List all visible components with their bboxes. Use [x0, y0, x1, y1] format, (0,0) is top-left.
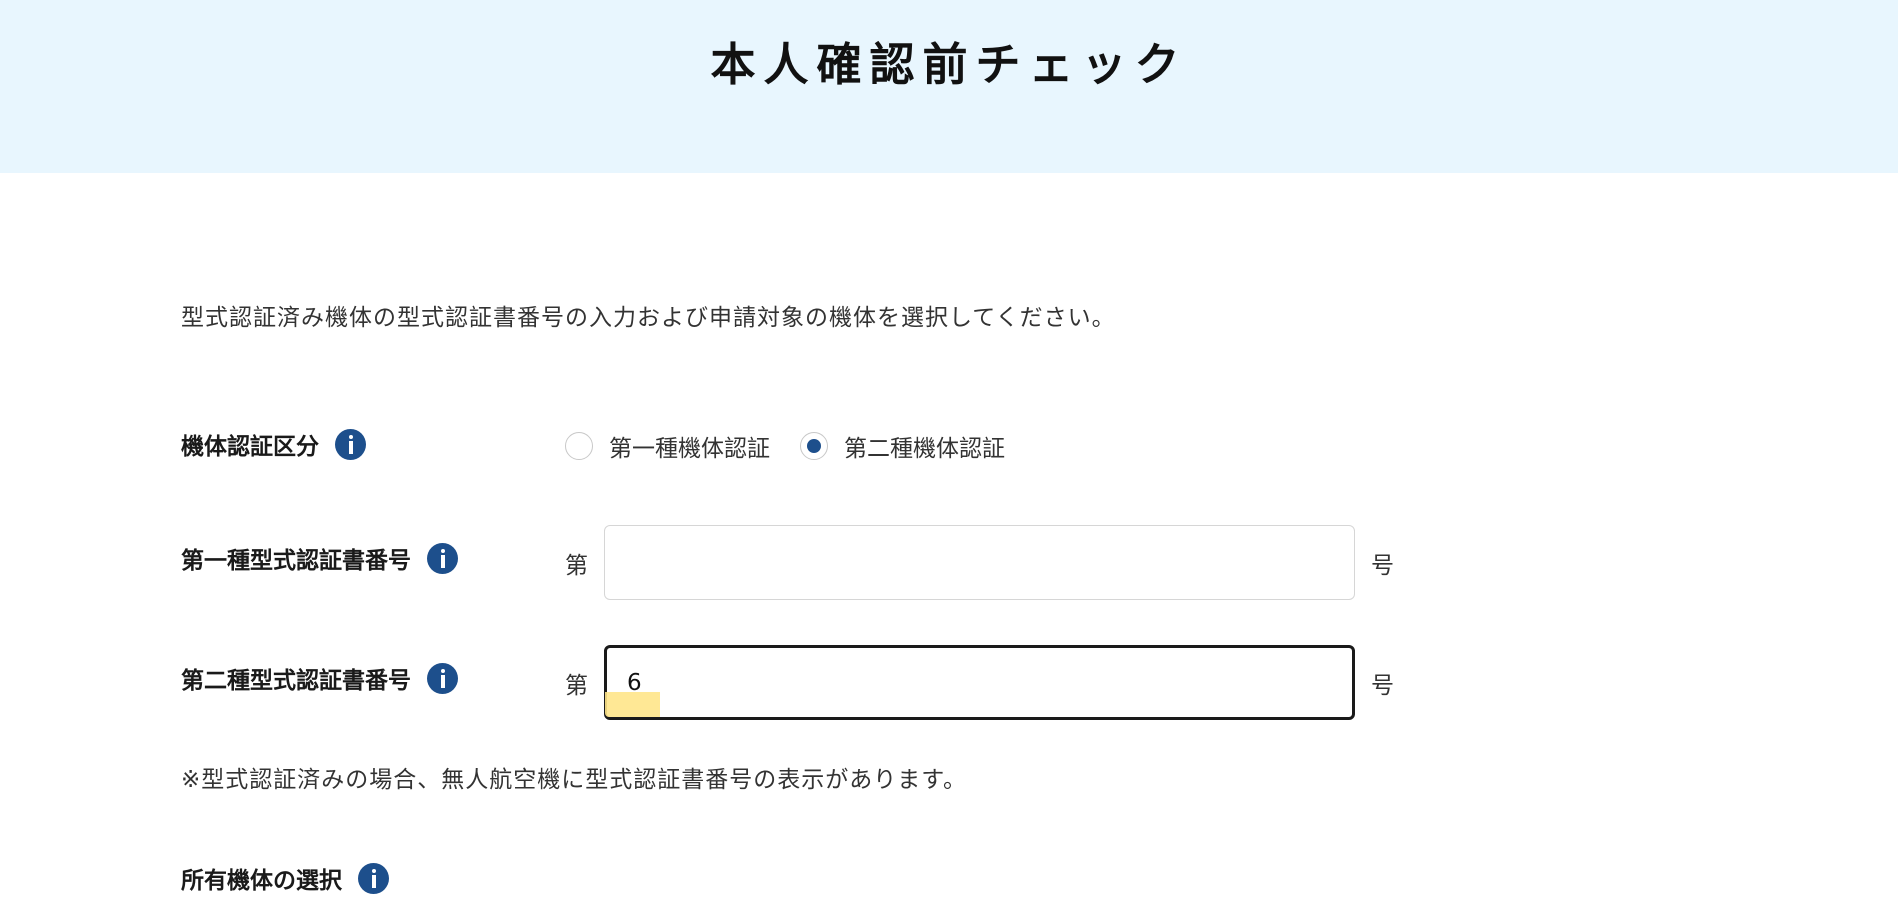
- radio-label-second-class: 第二種機体認証: [844, 436, 1005, 462]
- classification-label: 機体認証区分: [181, 434, 319, 460]
- page-header: 本人確認前チェック: [0, 0, 1898, 173]
- radio-second-class[interactable]: 第二種機体認証: [800, 429, 1005, 463]
- owned-aircraft-label-row: 所有機体の選択: [181, 861, 389, 895]
- first-class-cert-suffix: 号: [1371, 553, 1394, 579]
- intro-text: 型式認証済み機体の型式認証書番号の入力および申請対象の機体を選択してください。: [181, 305, 1116, 331]
- second-class-cert-prefix: 第: [565, 673, 588, 699]
- first-class-cert-label: 第一種型式認証書番号: [181, 548, 411, 574]
- radio-button-second-class[interactable]: [800, 432, 828, 460]
- second-class-cert-label: 第二種型式認証書番号: [181, 668, 411, 694]
- second-class-cert-suffix: 号: [1371, 673, 1394, 699]
- first-class-cert-label-row: 第一種型式認証書番号: [181, 541, 458, 575]
- owned-aircraft-label: 所有機体の選択: [181, 868, 342, 894]
- radio-first-class[interactable]: 第一種機体認証: [565, 429, 770, 463]
- info-icon[interactable]: [427, 542, 458, 574]
- cert-note-text: ※型式認証済みの場合、無人航空機に型式認証書番号の表示があります。: [181, 767, 967, 793]
- page-title: 本人確認前チェック: [710, 38, 1188, 91]
- info-icon[interactable]: [335, 428, 366, 460]
- radio-button-first-class[interactable]: [565, 432, 593, 460]
- info-icon[interactable]: [358, 862, 389, 894]
- first-class-cert-prefix: 第: [565, 553, 588, 579]
- classification-label-row: 機体認証区分: [181, 427, 366, 461]
- second-class-cert-input[interactable]: [604, 645, 1355, 720]
- second-class-cert-label-row: 第二種型式認証書番号: [181, 661, 458, 695]
- info-icon[interactable]: [427, 662, 458, 694]
- radio-label-first-class: 第一種機体認証: [609, 436, 770, 462]
- classification-radio-group: 第一種機体認証 第二種機体認証: [565, 429, 1035, 463]
- first-class-cert-input[interactable]: [604, 525, 1355, 600]
